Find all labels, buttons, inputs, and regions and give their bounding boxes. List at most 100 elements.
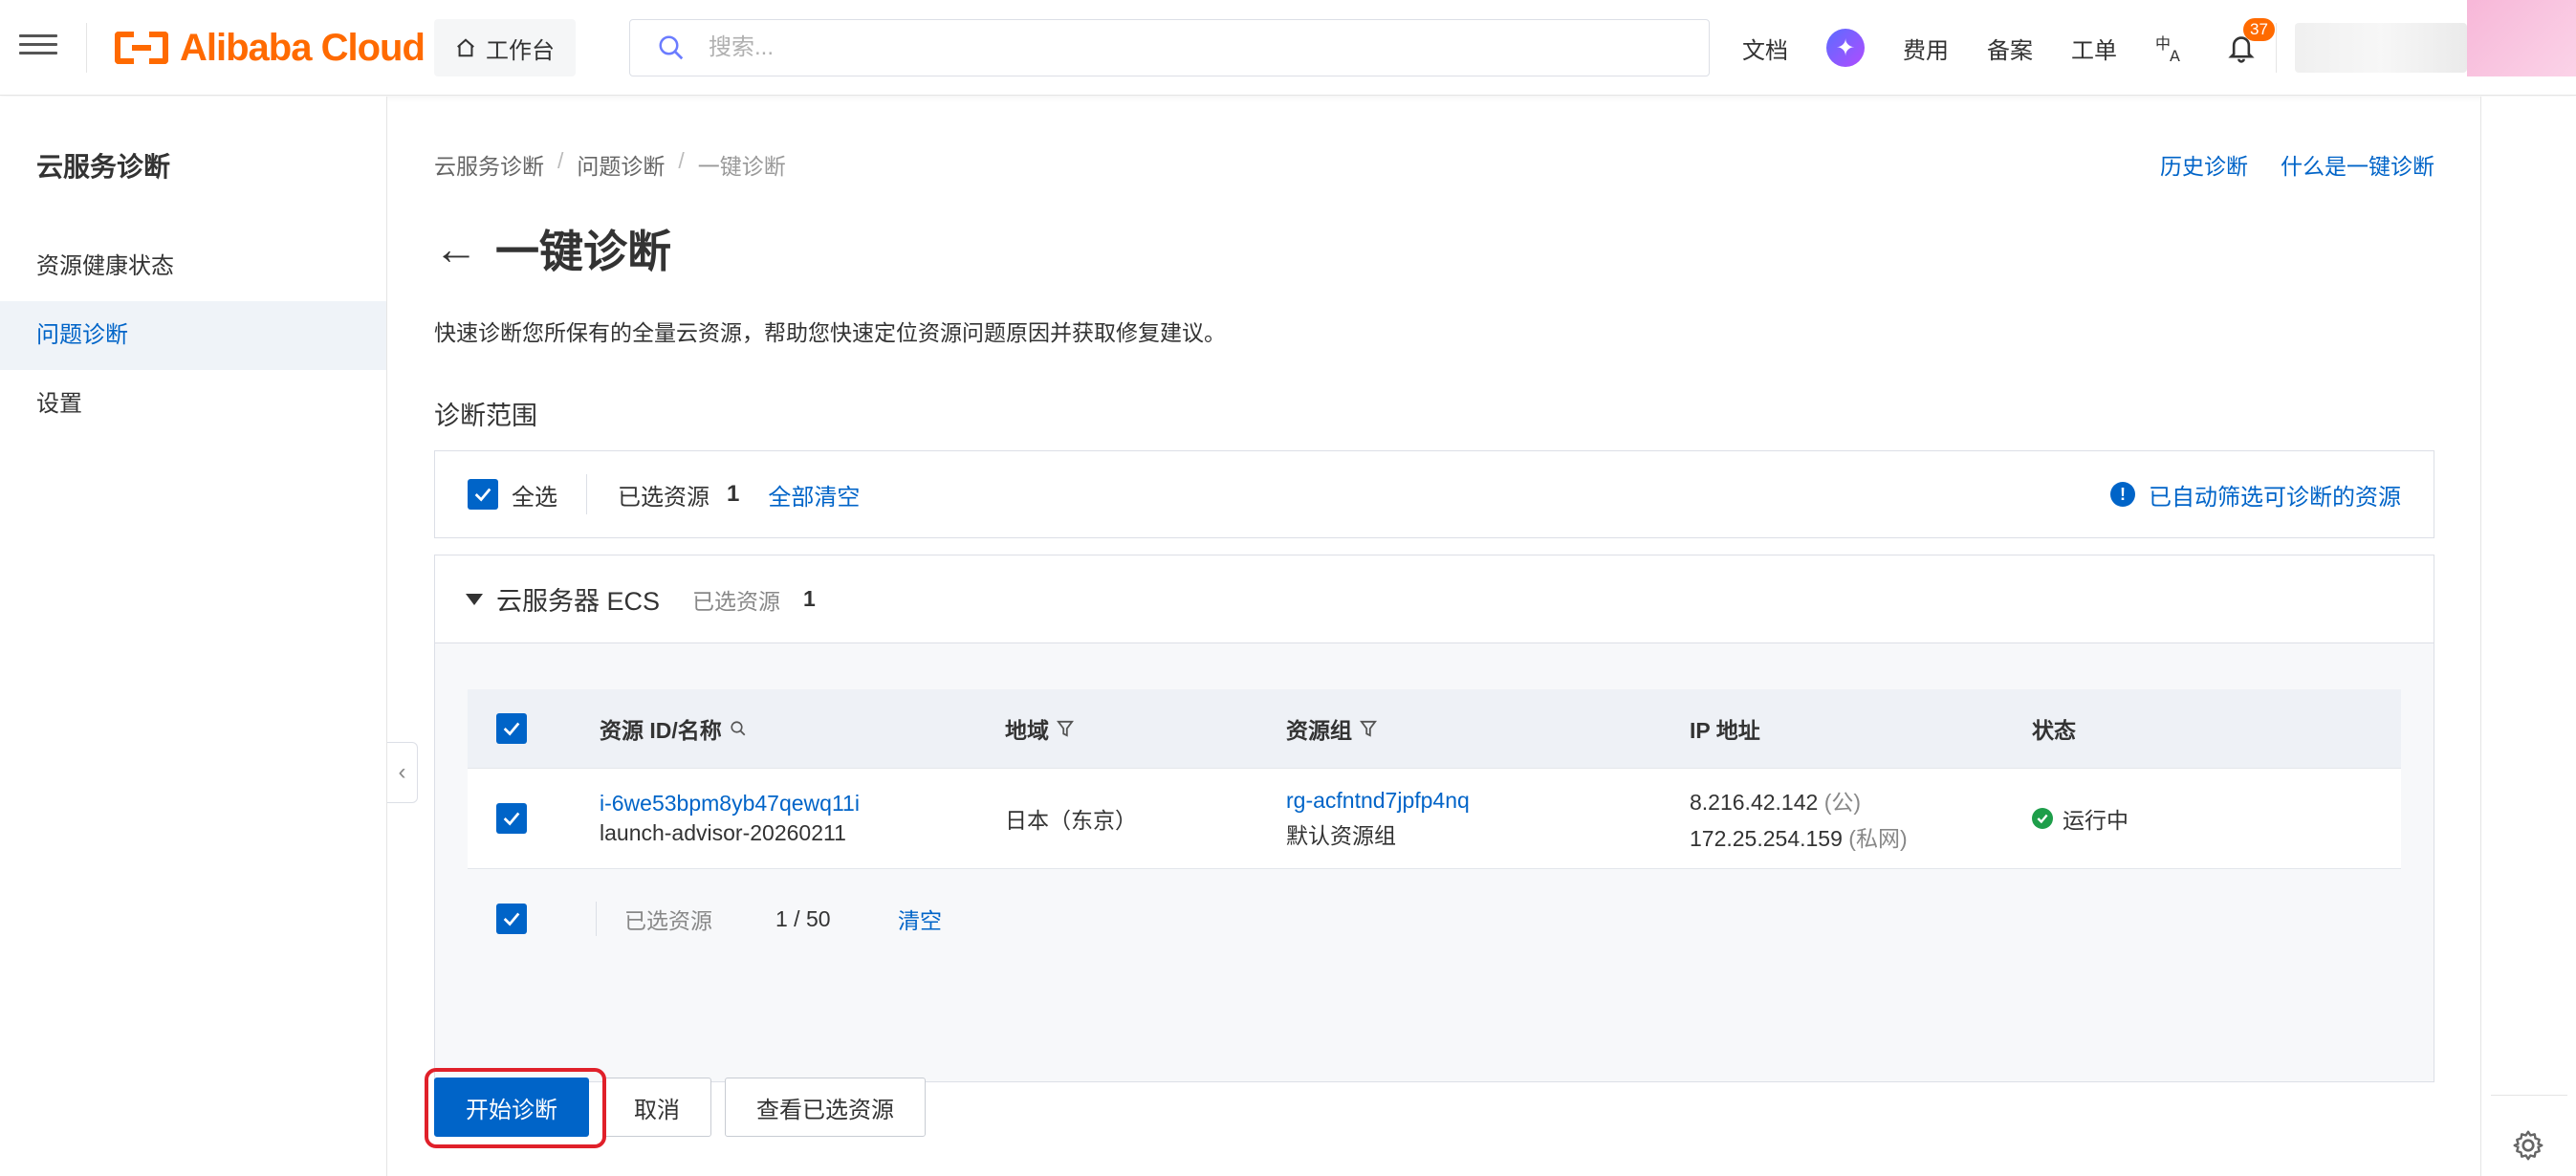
start-diagnosis-button[interactable]: 开始诊断	[434, 1078, 589, 1137]
column-header-resource: 资源 ID/名称	[600, 712, 747, 745]
private-ip-tag: (私网)	[1848, 826, 1908, 851]
back-arrow-icon[interactable]: ←	[434, 225, 478, 272]
row-select-checkbox[interactable]	[496, 802, 527, 835]
page-title: 一键诊断	[495, 227, 671, 276]
footer-clear-link[interactable]: 清空	[898, 903, 942, 935]
selection-summary-bar: 全选 已选资源 1 全部清空 ! 已自动筛选可诊断的资源	[434, 450, 2434, 538]
workbench-button[interactable]: 工作台	[434, 19, 576, 76]
footer-selected-count: 1 / 50	[775, 905, 831, 931]
table-header: 资源 ID/名称 地域 资源组 IP 地址 状态	[468, 689, 2401, 768]
user-account-area[interactable]	[2295, 23, 2467, 73]
private-ip: 172.25.254.159	[1690, 826, 1843, 851]
resource-group-link[interactable]: rg-acfntnd7jpfp4nq	[1286, 788, 1470, 814]
footer-selected-label: 已选资源	[624, 908, 712, 933]
breadcrumb-item[interactable]: 云服务诊断	[434, 148, 544, 181]
column-header-resource-group: 资源组	[1286, 712, 1377, 745]
sidebar-item-problem-diagnosis[interactable]: 问题诊断	[0, 301, 386, 370]
filter-icon[interactable]	[1057, 719, 1074, 738]
nav-ticket[interactable]: 工单	[2071, 32, 2117, 65]
top-nav-links: 文档 ✦ 费用 备案 工单 中A 37	[1742, 18, 2295, 76]
header-links: 历史诊断 什么是一键诊断	[2160, 148, 2434, 181]
ecs-selected-label: 已选资源	[692, 588, 781, 614]
column-header-status: 状态	[2032, 718, 2076, 743]
nav-icp[interactable]: 备案	[1987, 32, 2033, 65]
column-header-ip: IP 地址	[1690, 718, 1760, 743]
scope-section-title: 诊断范围	[434, 402, 537, 430]
region-cell: 日本（东京）	[1005, 808, 1137, 833]
menu-icon[interactable]	[19, 29, 57, 67]
auto-filter-note-text[interactable]: 已自动筛选可诊断的资源	[2149, 478, 2401, 512]
clear-all-link[interactable]: 全部清空	[768, 478, 860, 512]
avatar[interactable]	[2467, 0, 2576, 76]
what-is-one-click-diagnosis-link[interactable]: 什么是一键诊断	[2281, 148, 2434, 181]
ecs-selected-count: 1	[803, 586, 816, 611]
top-navigation-bar: Alibaba Cloud 工作台 文档 ✦ 费用 备案 工单 中A 37	[0, 0, 2576, 96]
main-content: 云服务诊断 / 问题诊断 / 一键诊断 历史诊断 什么是一键诊断 ← 一键诊断 …	[388, 97, 2480, 1176]
selected-resources-label: 已选资源	[618, 484, 709, 511]
breadcrumb-item[interactable]: 问题诊断	[577, 148, 665, 181]
header-select-checkbox[interactable]	[496, 712, 527, 745]
footer-select-checkbox[interactable]	[496, 903, 527, 935]
notification-badge: 37	[2243, 18, 2275, 41]
column-header-group-label: 资源组	[1286, 718, 1352, 743]
history-diagnosis-link[interactable]: 历史诊断	[2160, 148, 2248, 181]
sidebar-item-settings[interactable]: 设置	[0, 370, 386, 439]
resource-group-name: 默认资源组	[1286, 822, 1396, 848]
filter-icon[interactable]	[1360, 719, 1377, 738]
column-header-resource-label: 资源 ID/名称	[600, 718, 722, 743]
auto-filter-note: ! 已自动筛选可诊断的资源	[2110, 478, 2401, 512]
svg-text:中: 中	[2155, 34, 2171, 53]
resource-id-link[interactable]: i-6we53bpm8yb47qewq11i	[600, 791, 860, 817]
status-cell: 运行中	[2032, 802, 2128, 835]
ai-assistant-icon[interactable]: ✦	[1826, 29, 1865, 67]
view-selected-resources-button[interactable]: 查看已选资源	[725, 1078, 926, 1137]
page-title-row: ← 一键诊断	[434, 217, 671, 280]
breadcrumb: 云服务诊断 / 问题诊断 / 一键诊断	[434, 148, 786, 181]
status-text: 运行中	[2063, 808, 2128, 833]
ecs-group-title: 云服务器 ECS	[496, 587, 661, 616]
logo-text: Alibaba Cloud	[180, 26, 426, 69]
resource-cell: i-6we53bpm8yb47qewq11i launch-advisor-20…	[600, 791, 860, 846]
check-circle-icon	[2032, 808, 2053, 829]
column-header-region: 地域	[1005, 712, 1074, 745]
global-search[interactable]	[629, 19, 1710, 76]
language-icon[interactable]: 中A	[2155, 32, 2188, 64]
ecs-resource-table: 资源 ID/名称 地域 资源组 IP 地址 状态 i-6we53bpm8yb47…	[468, 689, 2401, 969]
cancel-button[interactable]: 取消	[602, 1078, 711, 1137]
right-toolbar	[2480, 97, 2576, 1176]
page-description: 快速诊断您所保有的全量云资源，帮助您快速定位资源问题原因并获取修复建议。	[434, 320, 1226, 345]
sidebar-item-resource-health[interactable]: 资源健康状态	[0, 232, 386, 301]
notification-bell-icon[interactable]: 37	[2226, 18, 2275, 64]
ip-cell: 8.216.42.142 (公) 172.25.254.159 (私网)	[1690, 784, 1908, 853]
search-icon	[659, 35, 684, 60]
alibaba-cloud-logo[interactable]: Alibaba Cloud	[115, 21, 426, 75]
table-row[interactable]: i-6we53bpm8yb47qewq11i launch-advisor-20…	[468, 768, 2401, 869]
select-all-checkbox[interactable]	[468, 479, 498, 510]
action-buttons: 开始诊断 取消 查看已选资源	[434, 1078, 926, 1137]
workbench-label: 工作台	[486, 37, 555, 64]
table-footer: 已选资源 1 / 50 清空	[468, 869, 2401, 969]
search-input[interactable]	[709, 34, 1665, 61]
gear-icon[interactable]	[2511, 1128, 2545, 1163]
select-all-label[interactable]: 全选	[512, 478, 557, 512]
sidebar: 云服务诊断 资源健康状态 问题诊断 设置	[0, 97, 387, 1176]
nav-billing[interactable]: 费用	[1903, 32, 1949, 65]
home-icon	[457, 38, 474, 57]
sidebar-title: 云服务诊断	[36, 152, 171, 182]
resource-name: launch-advisor-20260211	[600, 820, 846, 845]
public-ip: 8.216.42.142	[1690, 790, 1819, 815]
alibaba-cloud-logo-icon	[115, 32, 168, 64]
svg-text:A: A	[2170, 47, 2180, 64]
search-icon[interactable]	[730, 720, 747, 737]
public-ip-tag: (公)	[1823, 790, 1862, 815]
resource-group-cell: rg-acfntnd7jpfp4nq 默认资源组	[1286, 788, 1470, 850]
column-header-region-label: 地域	[1005, 718, 1049, 743]
selected-resources-count: 1	[727, 481, 740, 507]
caret-down-icon[interactable]	[466, 593, 483, 605]
info-icon: !	[2110, 482, 2135, 507]
ecs-resource-group-panel: 云服务器 ECS 已选资源 1 资源 ID/名称 地域 资源组 IP 地址 状态…	[434, 555, 2434, 1082]
breadcrumb-current: 一键诊断	[697, 154, 786, 179]
nav-docs[interactable]: 文档	[1742, 32, 1788, 65]
ecs-group-header[interactable]: 云服务器 ECS 已选资源 1	[435, 555, 2434, 643]
divider	[86, 23, 87, 73]
